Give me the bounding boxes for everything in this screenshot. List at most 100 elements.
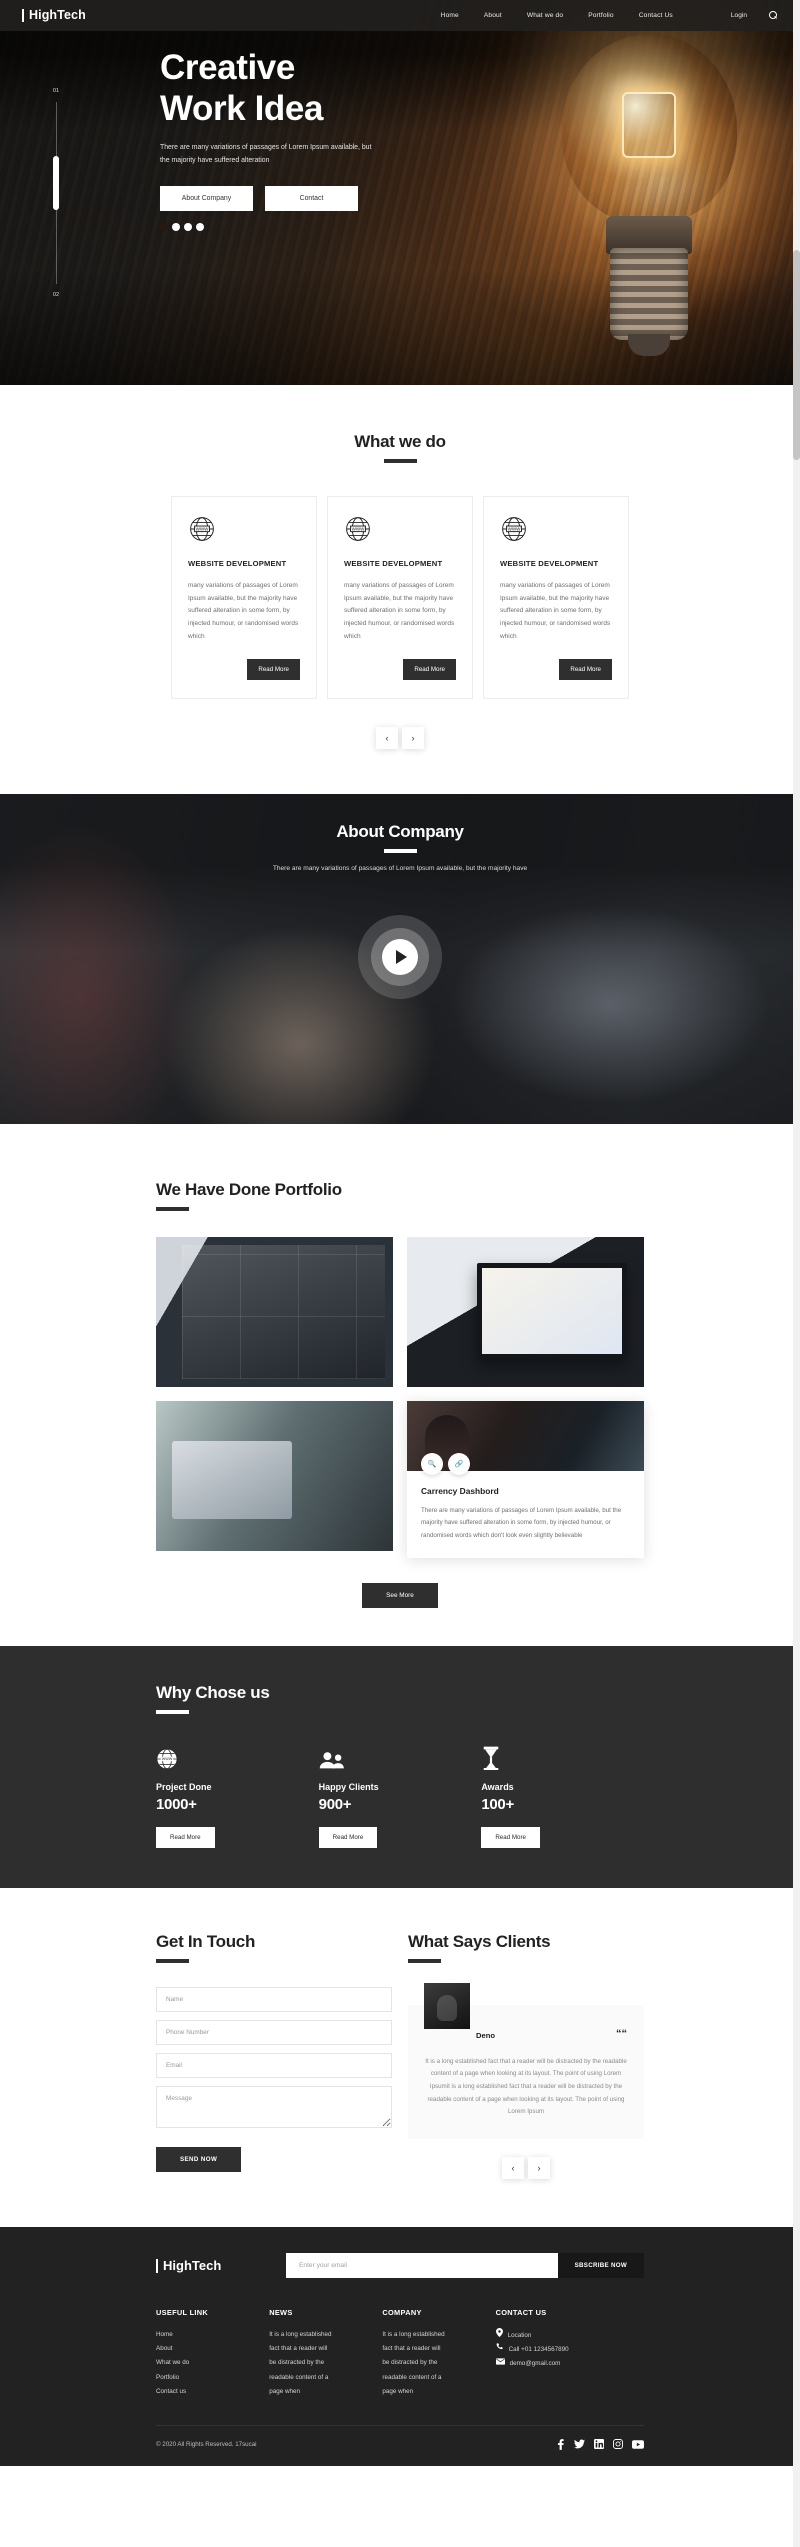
nav-item-contact-us[interactable]: Contact Us: [639, 12, 673, 19]
why-wrap: Why Chose us WWW Project Done 1000+ Read…: [156, 1683, 644, 1848]
nav-item-portfolio[interactable]: Portfolio: [588, 12, 614, 19]
service-card[interactable]: WWW WEBSITE DEVELOPMENT many variations …: [327, 496, 473, 700]
read-more-button[interactable]: Read More: [156, 1826, 215, 1848]
list-item: fact that a reader will: [269, 2345, 328, 2353]
footer-location-text: Location: [507, 2331, 532, 2339]
play-ring: [371, 928, 429, 987]
service-card[interactable]: WWW WEBSITE DEVELOPMENT many variations …: [171, 496, 317, 700]
hero-background-image: [0, 0, 800, 385]
hero-title-line2: Work Idea: [160, 88, 324, 128]
zoom-icon[interactable]: 🔍: [421, 1453, 443, 1476]
nav-item-what-we-do[interactable]: What we do: [527, 12, 563, 19]
testimonial-next-button[interactable]: ›: [528, 2157, 550, 2180]
login-link[interactable]: Login: [731, 12, 747, 19]
service-card-text: many variations of passages of Lorem Ips…: [188, 582, 299, 640]
name-input[interactable]: [156, 1986, 392, 2012]
contact-form: SEND NOW: [156, 1986, 392, 2172]
service-card-text: many variations of passages of Lorem Ips…: [344, 582, 455, 640]
portfolio-grid: 🔍 🔗 Carrency Dashbord There are many var…: [156, 1237, 644, 1558]
title-underline: [156, 1958, 189, 1963]
slider-dot-3[interactable]: [184, 222, 192, 231]
stats-row: WWW Project Done 1000+ Read More Happy C…: [156, 1744, 644, 1848]
read-more-button[interactable]: Read More: [247, 659, 300, 681]
message-textarea[interactable]: [156, 2085, 392, 2128]
what-we-do-title: What we do: [354, 432, 446, 451]
stat-project-done: WWW Project Done 1000+ Read More: [156, 1744, 319, 1848]
testimonial-prev-button[interactable]: ‹: [502, 2157, 524, 2180]
read-more-button[interactable]: Read More: [318, 1826, 378, 1848]
list-item: demo@gmail.com: [495, 2357, 644, 2371]
link-icon[interactable]: 🔗: [448, 1453, 470, 1476]
footer-link-about[interactable]: About: [156, 2345, 172, 2352]
footer-columns: USEFUL LINK Home About What we do Portfo…: [156, 2308, 644, 2425]
hero-title: Creative Work Idea: [160, 48, 375, 129]
instagram-icon[interactable]: [613, 2439, 623, 2450]
title-underline: [383, 459, 417, 463]
footer-phone-text: Call +01 1234567890: [508, 2346, 569, 2354]
footer-column-news: NEWS It is a long established fact that …: [269, 2308, 382, 2399]
nav-item-about[interactable]: About: [484, 12, 502, 19]
footer-column-company: COMPANY It is a long established fact th…: [382, 2308, 495, 2399]
portfolio-image-laptop-charts[interactable]: [407, 1237, 644, 1388]
svg-text:WWW: WWW: [162, 1757, 173, 1761]
twitter-icon[interactable]: [574, 2439, 585, 2449]
see-more-button[interactable]: See More: [362, 1582, 438, 1608]
rail-thumb[interactable]: [53, 156, 59, 210]
footer-company-text: It is a long established fact that a rea…: [382, 2328, 495, 2399]
footer-link-home[interactable]: Home: [156, 2331, 173, 2338]
rail-number-bottom: 02: [52, 292, 60, 298]
search-icon[interactable]: [769, 11, 778, 20]
email-input[interactable]: [156, 2052, 392, 2078]
site-logo[interactable]: HighTech: [22, 9, 86, 22]
slider-dot-1[interactable]: [160, 222, 168, 231]
phone-input[interactable]: [156, 2019, 392, 2045]
service-card-title: WEBSITE DEVELOPMENT: [500, 559, 599, 568]
scrollbar-thumb[interactable]: [793, 250, 800, 460]
footer-column-heading: NEWS: [269, 2308, 293, 2318]
footer-link-what-we-do[interactable]: What we do: [156, 2359, 189, 2366]
list-item: It is a long established: [382, 2331, 445, 2339]
svg-text:WWW: WWW: [508, 526, 522, 531]
read-more-button[interactable]: Read More: [403, 659, 456, 681]
linkedin-icon[interactable]: [594, 2439, 604, 2450]
send-now-button[interactable]: SEND NOW: [156, 2146, 242, 2172]
slider-dot-2[interactable]: [172, 222, 180, 231]
page-scrollbar[interactable]: [793, 0, 800, 2547]
video-play-button[interactable]: [358, 915, 442, 1000]
carousel-next-button[interactable]: ›: [402, 727, 424, 750]
read-more-button[interactable]: Read More: [481, 1826, 540, 1848]
subscribe-button[interactable]: SBSCRIBE NOW: [557, 2253, 644, 2279]
get-in-touch-column: Get In Touch SEND NOW: [156, 1932, 392, 2180]
slider-dot-4[interactable]: [196, 222, 204, 231]
stat-label: Project Done: [156, 1781, 212, 1792]
rail-number-top: 01: [52, 88, 60, 94]
portfolio-image-desk-meeting[interactable]: [156, 1401, 393, 1552]
site-footer: HighTech SBSCRIBE NOW USEFUL LINK Home A…: [0, 2227, 800, 2466]
nav-item-home[interactable]: Home: [441, 12, 459, 19]
read-more-button[interactable]: Read More: [559, 659, 612, 681]
landing-page: HighTech Home About What we do Portfolio…: [0, 0, 800, 2547]
newsletter-email-input[interactable]: [286, 2253, 558, 2279]
footer-news-text: It is a long established fact that a rea…: [269, 2328, 382, 2399]
service-card[interactable]: WWW WEBSITE DEVELOPMENT many variations …: [483, 496, 629, 700]
rail-track[interactable]: [53, 102, 59, 284]
nav-right-group: Login: [731, 11, 778, 20]
carousel-prev-button[interactable]: ‹: [376, 727, 398, 750]
portfolio-image-analytics-dashboard[interactable]: [156, 1237, 393, 1388]
avatar: [424, 1982, 470, 2029]
footer-link-contact-us[interactable]: Contact us: [156, 2388, 186, 2395]
play-icon: [382, 939, 418, 976]
portfolio-card-currency-dashboard[interactable]: 🔍 🔗 Carrency Dashbord There are many var…: [407, 1401, 644, 1558]
list-item: Location: [495, 2328, 644, 2343]
hero-title-line1: Creative: [160, 48, 295, 87]
about-subtitle: There are many variations of passages of…: [272, 865, 528, 873]
youtube-icon[interactable]: [632, 2440, 644, 2449]
footer-link-portfolio[interactable]: Portfolio: [156, 2374, 179, 2381]
contact-button[interactable]: Contact: [265, 185, 358, 211]
get-in-touch-title: Get In Touch: [156, 1931, 256, 1951]
facebook-icon[interactable]: [556, 2439, 565, 2450]
stat-value: 1000+: [156, 1795, 197, 1813]
about-company-button[interactable]: About Company: [160, 185, 253, 211]
footer-column-heading: COMPANY: [382, 2308, 422, 2318]
footer-logo[interactable]: HighTech: [156, 2258, 286, 2273]
